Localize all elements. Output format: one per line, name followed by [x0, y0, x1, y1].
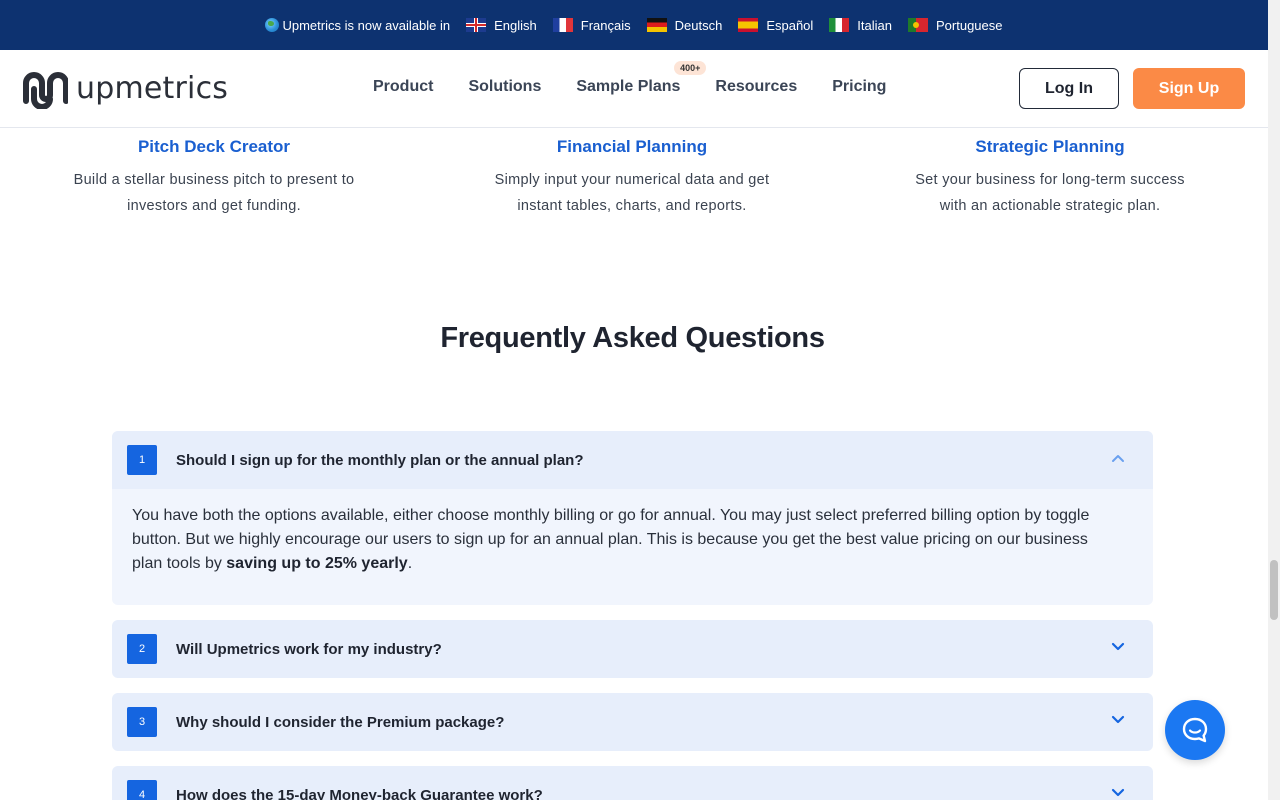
- faq-number: 3: [127, 707, 157, 737]
- chevron-down-icon: [1111, 715, 1125, 724]
- chevron-down-icon: [1111, 788, 1125, 797]
- language-bar: Upmetrics is now available in English Fr…: [0, 0, 1268, 50]
- faq-question-toggle[interactable]: 2 Will Upmetrics work for my industry?: [112, 620, 1153, 678]
- spain-flag-icon: [738, 18, 759, 32]
- faq-answer-end: .: [407, 555, 413, 572]
- faq-question-toggle[interactable]: 3 Why should I consider the Premium pack…: [112, 693, 1153, 751]
- feature-desc-line: instant tables, charts, and reports.: [517, 198, 747, 214]
- feature-financial-planning: Financial Planning Simply input your num…: [452, 128, 812, 219]
- feature-title[interactable]: Strategic Planning: [870, 137, 1230, 157]
- feature-desc-line: with an actionable strategic plan.: [939, 198, 1161, 214]
- france-flag-icon: [552, 18, 573, 32]
- language-label: Español: [766, 17, 814, 33]
- portugal-flag-icon: [908, 18, 928, 32]
- faq-question: Will Upmetrics work for my industry?: [176, 640, 442, 658]
- scrollbar-thumb[interactable]: [1270, 560, 1278, 620]
- globe-icon: [265, 18, 280, 32]
- feature-desc-line: Simply input your numerical data and get: [494, 172, 770, 188]
- login-button[interactable]: Log In: [1019, 68, 1119, 109]
- faq-item: 3 Why should I consider the Premium pack…: [112, 693, 1153, 751]
- logo-text: upmetrics: [76, 71, 229, 106]
- feature-description: Set your business for long-term success w…: [870, 167, 1230, 219]
- feature-strategic-planning: Strategic Planning Set your business for…: [870, 128, 1230, 219]
- nav-sample-plans[interactable]: Sample Plans 400+: [576, 61, 707, 96]
- faq-question-toggle[interactable]: 4 How does the 15-day Money-back Guarant…: [112, 766, 1153, 800]
- faq-item: 2 Will Upmetrics work for my industry?: [112, 620, 1153, 678]
- language-english[interactable]: English: [466, 18, 537, 33]
- page: Upmetrics is now available in English Fr…: [0, 0, 1280, 800]
- feature-title[interactable]: Financial Planning: [452, 137, 812, 157]
- language-french[interactable]: Français: [552, 17, 631, 33]
- faq-question: Should I sign up for the monthly plan or…: [176, 451, 584, 469]
- count-badge: 400+: [674, 61, 707, 75]
- language-label: English: [494, 17, 537, 33]
- language-label: Français: [580, 17, 631, 33]
- germany-flag-icon: [646, 18, 667, 32]
- upmetrics-logo-icon: [23, 72, 68, 109]
- faq-heading: Frequently Asked Questions: [440, 322, 825, 354]
- feature-desc-line: Set your business for long-term success: [915, 172, 1185, 188]
- faq-number: 2: [127, 634, 157, 664]
- faq-answer: You have both the options available, eit…: [112, 489, 1153, 604]
- language-announcement: Upmetrics is now available in: [265, 18, 450, 33]
- chat-widget-button[interactable]: [1165, 700, 1225, 760]
- faq-answer-highlight: saving up to 25% yearly: [226, 555, 408, 572]
- feature-desc-line: Build a stellar business pitch to presen…: [73, 172, 355, 188]
- faq-question: Why should I consider the Premium packag…: [176, 713, 505, 731]
- faq-number: 4: [127, 780, 157, 800]
- nav-label: Sample Plans: [576, 78, 681, 95]
- faq-item: 4 How does the 15-day Money-back Guarant…: [112, 766, 1153, 800]
- faq-question-toggle[interactable]: 1 Should I sign up for the monthly plan …: [112, 431, 1153, 489]
- main-nav: Product Solutions Sample Plans 400+ Reso…: [373, 61, 886, 96]
- language-label: Portuguese: [936, 17, 1003, 33]
- site-header: upmetrics Product Solutions Sample Plans…: [0, 50, 1268, 128]
- feature-description: Simply input your numerical data and get…: [452, 167, 812, 219]
- language-label: Italian: [857, 17, 892, 33]
- nav-pricing[interactable]: Pricing: [832, 78, 886, 96]
- language-label: Deutsch: [674, 17, 723, 33]
- uk-flag-icon: [466, 18, 487, 32]
- faq-question: How does the 15-day Money-back Guarantee…: [176, 786, 543, 800]
- feature-desc-line: investors and get funding.: [127, 198, 301, 214]
- scrollbar-track[interactable]: [1268, 0, 1280, 800]
- signup-button[interactable]: Sign Up: [1133, 68, 1245, 109]
- feature-description: Build a stellar business pitch to presen…: [34, 167, 394, 219]
- feature-title[interactable]: Pitch Deck Creator: [34, 137, 394, 157]
- announcement-text: Upmetrics is now available in: [282, 17, 451, 33]
- language-portuguese[interactable]: Portuguese: [908, 18, 1003, 33]
- italy-flag-icon: [829, 18, 850, 32]
- faq-number: 1: [127, 445, 157, 475]
- faq-item: 1 Should I sign up for the monthly plan …: [112, 431, 1153, 605]
- nav-solutions[interactable]: Solutions: [468, 78, 541, 96]
- chat-bubble-icon: [1182, 717, 1208, 743]
- nav-resources[interactable]: Resources: [715, 78, 797, 96]
- logo[interactable]: upmetrics: [20, 69, 228, 109]
- language-german[interactable]: Deutsch: [646, 17, 723, 33]
- nav-product[interactable]: Product: [373, 78, 433, 96]
- chevron-up-icon: [1112, 455, 1124, 462]
- chevron-down-icon: [1111, 642, 1125, 651]
- language-italian[interactable]: Italian: [829, 18, 892, 33]
- feature-pitch-deck: Pitch Deck Creator Build a stellar busin…: [34, 128, 394, 219]
- language-spanish[interactable]: Español: [738, 18, 813, 33]
